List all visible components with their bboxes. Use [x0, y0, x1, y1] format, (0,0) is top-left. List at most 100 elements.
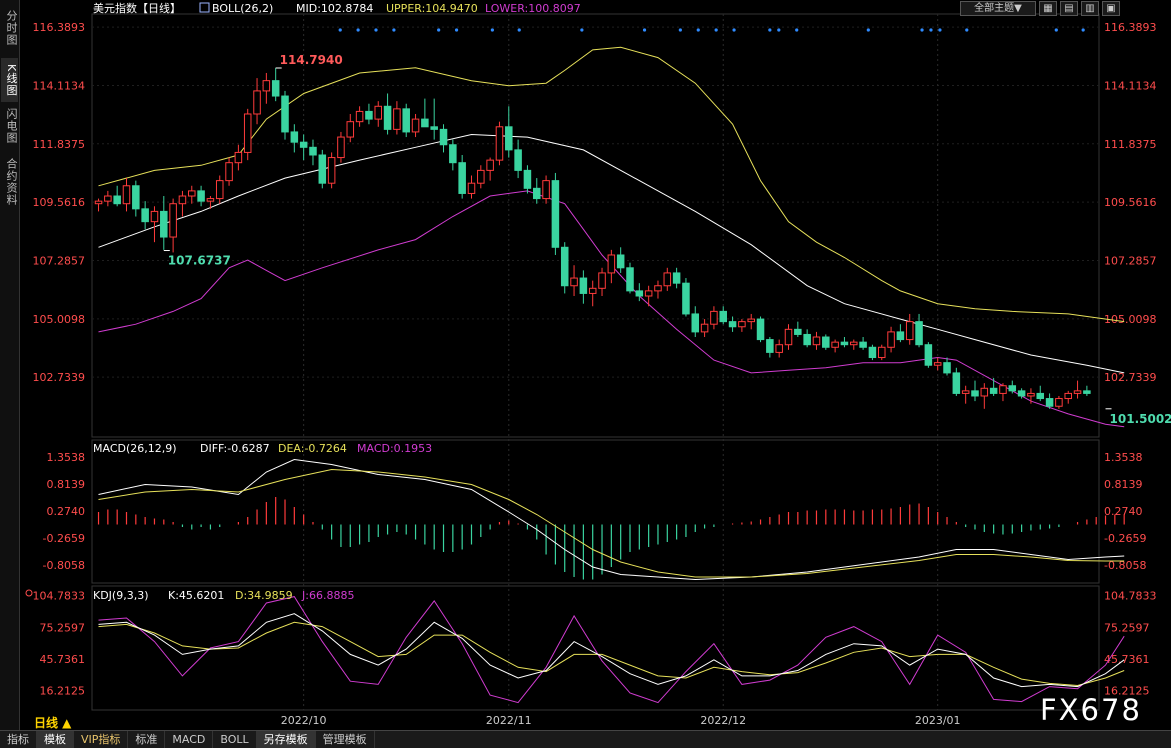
candle-up [644, 290, 653, 297]
signal-dot [454, 28, 459, 32]
watermark: FX678 [1040, 693, 1142, 727]
candle-up [812, 336, 821, 346]
signal-dot [437, 28, 441, 32]
y-tick-right: 116.3893 [1104, 21, 1157, 34]
candle-up [588, 287, 597, 294]
candle-down [915, 321, 923, 346]
y-tick-left: 114.1134 [33, 79, 86, 92]
candle-down [756, 318, 765, 341]
y-tick-right: 102.7339 [1104, 371, 1157, 384]
candle-down [113, 195, 121, 205]
candle-down [691, 313, 700, 333]
candle-down [952, 372, 961, 394]
chart-area[interactable]: 116.3893 116.3893 114.1134 114.1134 111.8375… [19, 0, 1171, 730]
candle-up [477, 169, 485, 184]
y-tick-left: 109.5616 [33, 196, 86, 209]
candle-down [449, 144, 457, 164]
candle-up [393, 108, 401, 130]
candle-down [635, 290, 644, 297]
signal-dot [374, 28, 378, 32]
candle-down [299, 141, 308, 148]
candle-up [495, 126, 504, 161]
y-tick-right: 111.8375 [1104, 138, 1157, 151]
main-header-label: 美元指数【日线】 [93, 1, 181, 15]
tab-timeshare[interactable]: 分时图 [1, 6, 18, 50]
tab-contract-info[interactable]: 合约资料 [1, 152, 18, 212]
y-tick-left: 102.7339 [33, 371, 86, 384]
signal-dot [795, 28, 799, 32]
candle-down [551, 180, 560, 248]
macd-value-label: MACD:0.1953 [357, 442, 432, 455]
signal-dot [732, 28, 736, 32]
layout-2-icon[interactable]: ▤ [1060, 1, 1078, 16]
candle-down [430, 126, 438, 130]
signal-dot [490, 28, 494, 32]
candle-down [383, 105, 392, 130]
signal-dot [714, 28, 718, 32]
kdj-settings-icon [25, 589, 33, 597]
candle-down [924, 344, 933, 366]
y-tick-right: 105.0098 [1104, 313, 1157, 326]
kdj-k-label: K:45.6201 [168, 589, 224, 602]
candle-up [784, 328, 793, 346]
x-tick-label: 2022/11 [486, 714, 532, 727]
macd-y-tick-left: 0.2740 [47, 505, 86, 518]
y-tick-left: 105.0098 [33, 313, 86, 326]
kdj-title: KDJ(9,3,3) [93, 589, 149, 602]
bottom-tab-template[interactable]: 模板 [37, 731, 74, 748]
candle-up [710, 310, 718, 325]
macd-y-tick-right: 1.3538 [1104, 451, 1143, 464]
candle-up [542, 180, 550, 200]
bottom-tab-standard[interactable]: 标准 [128, 731, 166, 748]
tab-kline[interactable]: K线图 [1, 58, 18, 102]
candle-down [728, 321, 737, 328]
candle-up [486, 159, 494, 171]
y-tick-left: 111.8375 [33, 138, 86, 151]
candle-up [747, 318, 755, 323]
layout-4-icon[interactable]: ▣ [1102, 1, 1120, 16]
candle-up [346, 121, 355, 138]
tab-flash[interactable]: 闪电图 [1, 104, 18, 148]
candle-up [961, 390, 970, 394]
candle-down [560, 246, 569, 287]
layout-3-icon[interactable]: ▥ [1081, 1, 1099, 16]
candle-up [188, 190, 196, 197]
candle-up [850, 341, 858, 346]
signal-dot [920, 28, 924, 32]
candle-down [439, 128, 448, 146]
candle-up [775, 344, 783, 353]
candle-up [607, 254, 616, 274]
signal-dot [866, 28, 870, 32]
bottom-tab-boll[interactable]: BOLL [213, 731, 257, 748]
candle-down [318, 154, 327, 184]
x-tick-label: 2022/12 [700, 714, 746, 727]
candle-up [253, 90, 261, 115]
signal-dot [356, 28, 360, 32]
bottom-tab-indicator[interactable]: 指标 [0, 731, 37, 748]
y-tick-left: 116.3893 [33, 21, 86, 34]
period-selector[interactable]: 日线 ▲ [34, 714, 71, 731]
boll-icon [199, 2, 210, 13]
candle-up [663, 272, 672, 287]
bottom-tab-save-template[interactable]: 另存模板 [256, 731, 316, 748]
candle-up [243, 113, 252, 153]
layout-1-icon[interactable]: ▦ [1039, 1, 1057, 16]
bottom-tab-macd[interactable]: MACD [165, 731, 214, 748]
candle-up [1055, 398, 1063, 407]
candle-down [579, 277, 588, 294]
candle-down [505, 126, 513, 151]
candle-up [337, 136, 345, 159]
theme-select[interactable]: 全部主题▼ [960, 1, 1036, 16]
candle-down [402, 108, 410, 133]
candle-down [803, 333, 811, 346]
bottom-tab-manage-template[interactable]: 管理模板 [316, 731, 375, 748]
candle-up [215, 180, 224, 200]
candle-up [262, 80, 271, 92]
candle-down [1036, 392, 1045, 400]
bottom-tab-vip[interactable]: VIP指标 [74, 731, 129, 748]
price-annotation: 114.7940 [280, 53, 343, 67]
candle-down [271, 80, 280, 97]
candle-down [719, 310, 728, 323]
candle-down [290, 131, 299, 143]
candle-up [169, 203, 177, 238]
